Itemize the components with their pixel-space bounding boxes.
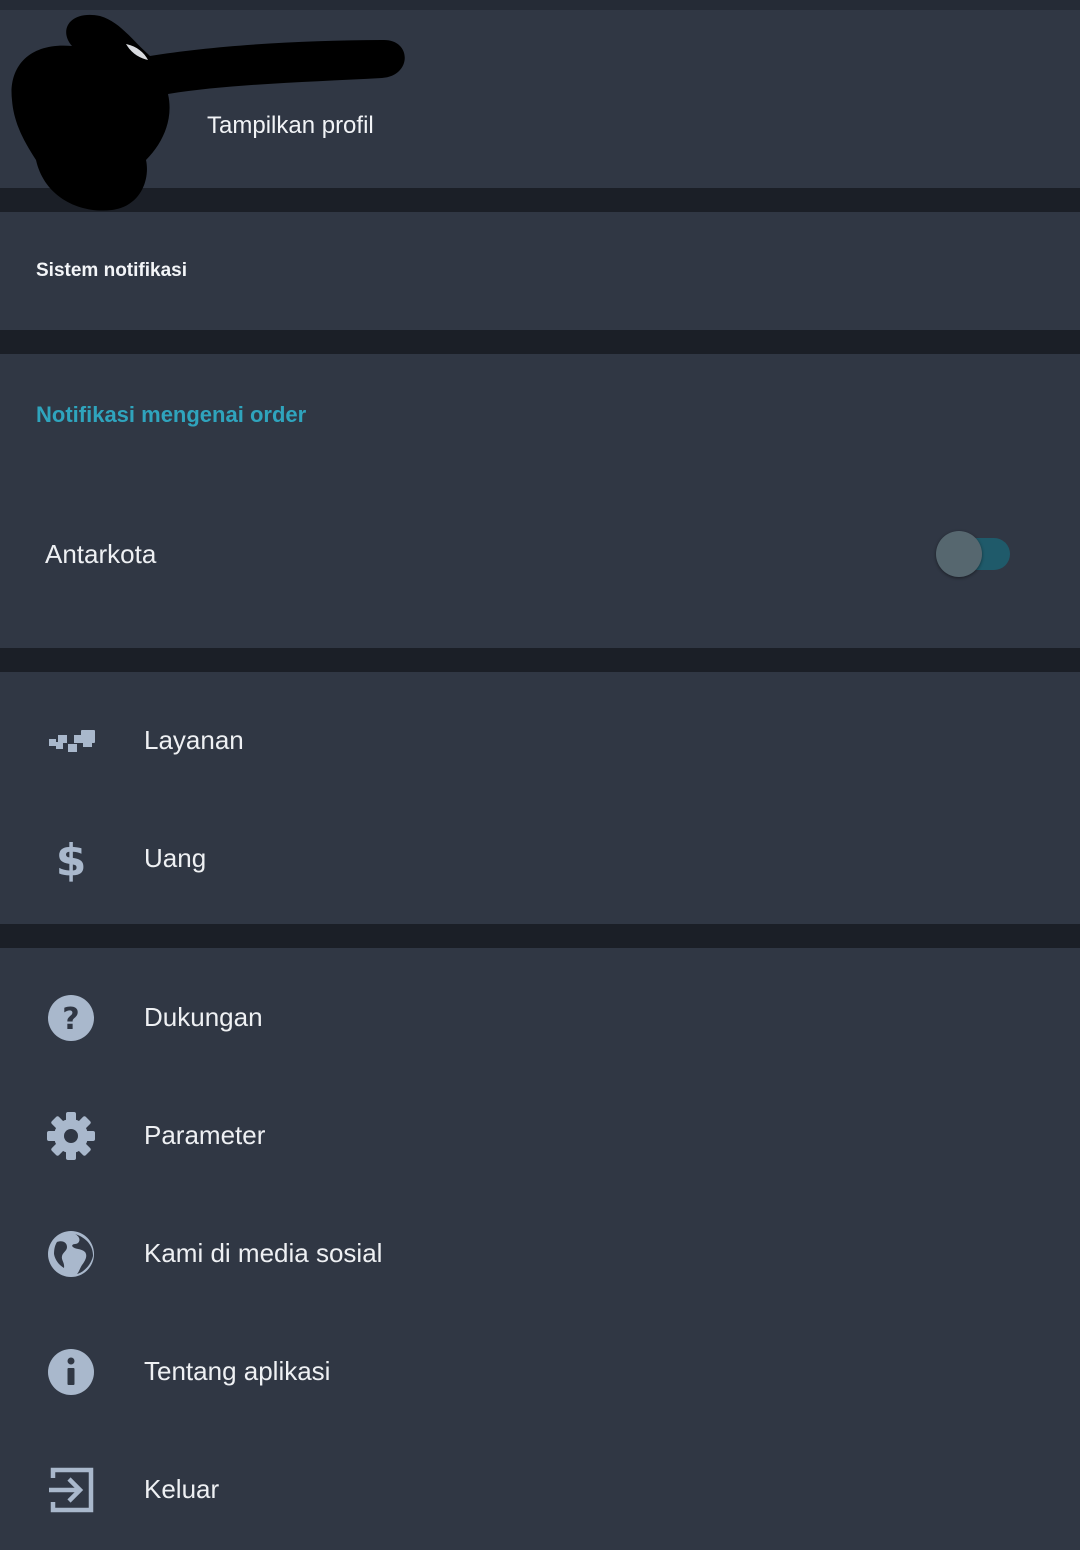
menu-label-about-app: Tentang aplikasi <box>144 1356 331 1386</box>
section-title-order-notifications: Notifikasi mengenai order <box>36 402 307 427</box>
intercity-switch[interactable] <box>936 531 1012 577</box>
secondary-menu: ? Dukungan Parameter Kami di media sosia… <box>0 948 1080 1550</box>
menu-item-about-app[interactable]: Tentang aplikasi <box>0 1312 1080 1430</box>
section-title-notification-system: Sistem notifikasi <box>36 260 187 281</box>
menu-label-parameters: Parameter <box>144 1120 266 1150</box>
notification-system-panel: Sistem notifikasi <box>0 212 1080 330</box>
globe-icon <box>45 1228 97 1280</box>
redaction-scribble <box>11 14 405 211</box>
menu-item-money[interactable]: $ Uang <box>0 799 1080 917</box>
svg-text:?: ? <box>62 1002 79 1037</box>
menu-label-social-media: Kami di media sosial <box>144 1238 383 1268</box>
intercity-label: Antarkota <box>45 539 157 569</box>
menu-label-support: Dukungan <box>144 1002 263 1032</box>
dollar-icon: $ <box>45 833 97 885</box>
menu-label-logout: Keluar <box>144 1474 220 1504</box>
menu-item-logout[interactable]: Keluar <box>0 1430 1080 1548</box>
primary-menu: Layanan $ Uang <box>0 672 1080 924</box>
menu-item-social-media[interactable]: Kami di media sosial <box>0 1194 1080 1312</box>
order-notifications-panel: Notifikasi mengenai order Antarkota <box>0 354 1080 648</box>
menu-label-money: Uang <box>144 843 207 873</box>
svg-text:$: $ <box>56 835 87 885</box>
intercity-toggle-row[interactable]: Antarkota <box>0 504 1080 604</box>
switch-thumb <box>936 531 982 577</box>
help-circle-icon: ? <box>45 992 97 1044</box>
gear-icon <box>45 1110 97 1162</box>
menu-item-services[interactable]: Layanan <box>0 681 1080 799</box>
menu-label-services: Layanan <box>144 725 244 755</box>
logout-icon <box>45 1464 97 1516</box>
menu-item-support[interactable]: ? Dukungan <box>0 958 1080 1076</box>
info-icon <box>45 1346 97 1398</box>
taxi-checker-icon <box>45 715 97 767</box>
menu-item-parameters[interactable]: Parameter <box>0 1076 1080 1194</box>
